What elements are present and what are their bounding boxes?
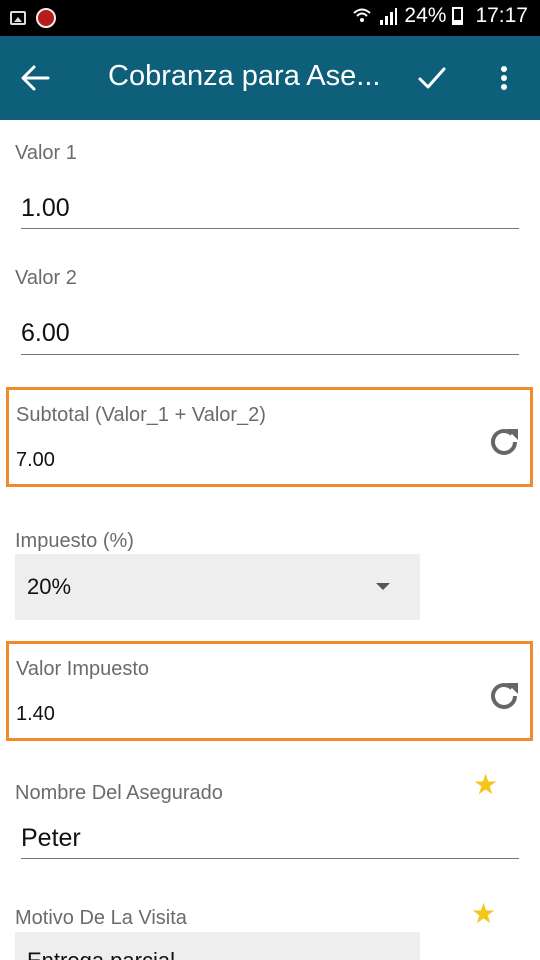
battery-icon <box>452 7 464 25</box>
valor2-underline <box>21 354 519 355</box>
valor1-label: Valor 1 <box>15 142 77 164</box>
wifi-icon <box>353 8 372 22</box>
refresh-icon <box>491 682 518 709</box>
confirm-button[interactable] <box>414 60 450 96</box>
valor-impuesto-refresh-button[interactable] <box>486 678 522 714</box>
valor1-underline <box>21 228 519 229</box>
valor2-input[interactable]: 6.00 <box>21 319 70 348</box>
clock: 17:17 <box>475 4 528 27</box>
impuesto-select[interactable]: 20% <box>15 554 420 620</box>
valor-impuesto-value: 1.40 <box>16 703 55 725</box>
required-star-icon: ★ <box>473 769 499 800</box>
dropdown-arrow-icon <box>376 583 390 590</box>
valor2-label: Valor 2 <box>15 267 77 289</box>
nombre-label: Nombre Del Asegurado <box>15 782 223 804</box>
check-icon <box>418 67 446 89</box>
nombre-input[interactable]: Peter <box>21 824 81 853</box>
record-icon <box>36 8 56 28</box>
app-bar: Cobranza para Ase... <box>0 36 540 120</box>
arrow-left-icon <box>21 65 50 91</box>
subtotal-field: Subtotal (Valor_1 + Valor_2) 7.00 <box>6 387 533 487</box>
valor-impuesto-field: Valor Impuesto 1.40 <box>6 641 533 741</box>
impuesto-label: Impuesto (%) <box>15 530 134 552</box>
motivo-selected-value: Entrega parcial <box>27 948 175 960</box>
subtotal-value: 7.00 <box>16 449 55 471</box>
impuesto-selected-value: 20% <box>27 574 72 599</box>
signal-icon <box>380 8 398 25</box>
nombre-underline <box>21 858 519 859</box>
valor1-input[interactable]: 1.00 <box>21 194 70 223</box>
battery-percent: 24% <box>404 4 447 27</box>
more-vert-icon <box>501 66 507 72</box>
page-title: Cobranza para Ase... <box>108 60 381 92</box>
image-icon <box>10 11 26 25</box>
motivo-select[interactable]: Entrega parcial <box>15 932 420 960</box>
motivo-label: Motivo De La Visita <box>15 907 187 929</box>
more-options-button[interactable] <box>492 60 516 96</box>
refresh-icon <box>491 428 518 455</box>
valor-impuesto-label: Valor Impuesto <box>16 658 150 680</box>
subtotal-label: Subtotal (Valor_1 + Valor_2) <box>16 404 266 426</box>
subtotal-refresh-button[interactable] <box>486 424 522 460</box>
status-bar: 24% 17:17 <box>0 0 540 36</box>
back-button[interactable] <box>18 58 54 98</box>
required-star-icon: ★ <box>471 898 497 929</box>
